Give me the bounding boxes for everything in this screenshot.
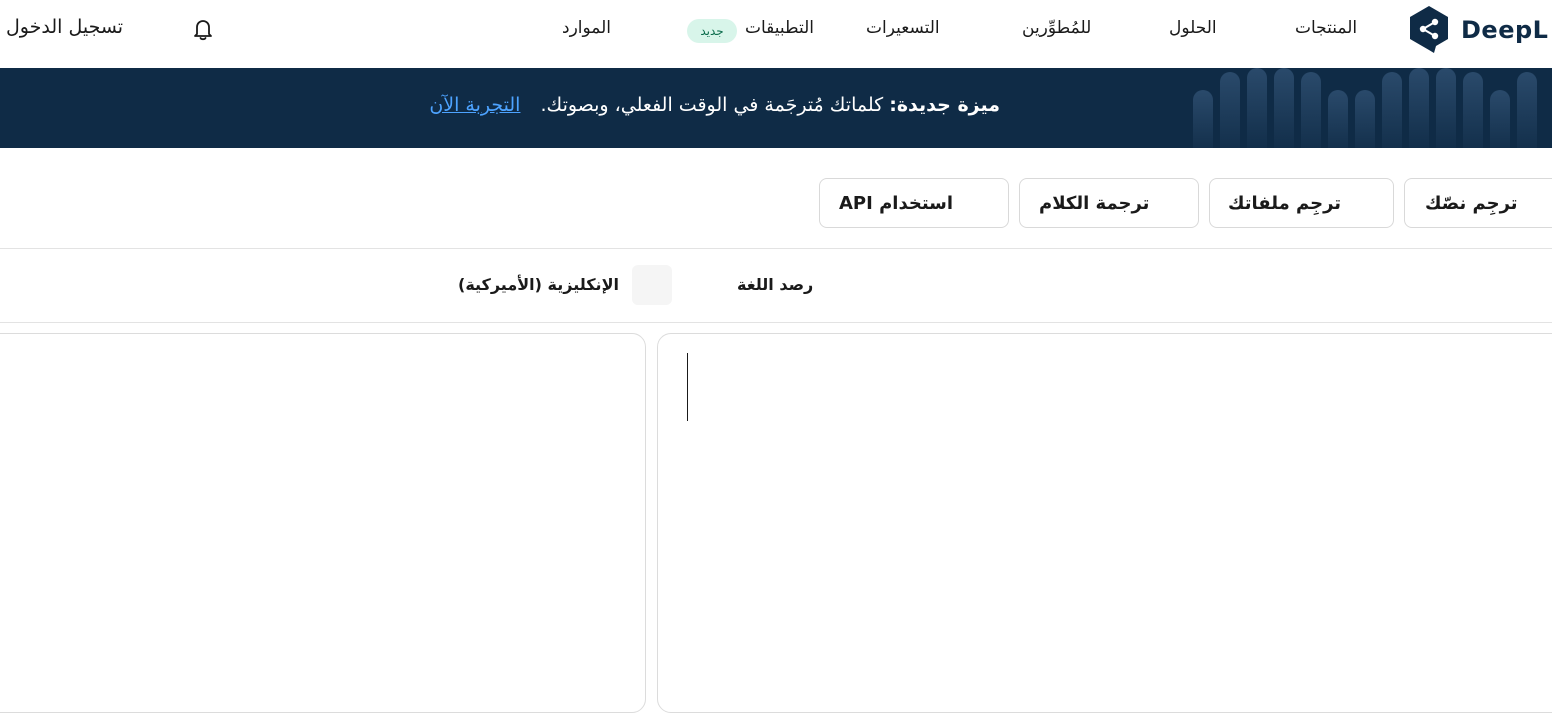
swap-icon[interactable] (632, 265, 672, 305)
nav-products[interactable]: المنتجات (1295, 18, 1357, 38)
tab-translate-files-label: ترجِم ملفاتك (1228, 192, 1342, 214)
tab-api-label: استخدام API (839, 192, 954, 214)
login-link[interactable]: تسجيل الدخول (6, 16, 123, 38)
nav-developers[interactable]: للمُطوِّرين (1022, 18, 1091, 38)
feature-banner: ميزة جديدة: كلماتك مُترجَمة في الوقت الف… (0, 68, 1552, 148)
tab-speech-translation-label: ترجمة الكلام (1039, 192, 1150, 214)
tabs-divider (0, 248, 1552, 249)
target-text-area (0, 333, 646, 713)
tab-api[interactable]: استخدام API (819, 178, 1009, 228)
logo-wordmark: DeepL (1461, 16, 1549, 44)
new-badge: جديد (687, 19, 737, 43)
top-navigation: DeepL المنتجات الحلول للمُطوِّرين التسعي… (0, 0, 1552, 68)
deepl-logo[interactable]: DeepL (1408, 4, 1548, 54)
soundwave-decoration (1193, 68, 1537, 148)
nav-pricing[interactable]: التسعيرات (866, 18, 940, 38)
source-language-select[interactable]: رصد اللغة (737, 275, 813, 294)
source-text-area[interactable] (657, 333, 1552, 713)
tab-speech-translation[interactable]: ترجمة الكلام (1019, 178, 1199, 228)
nav-apps[interactable]: التطبيقات (745, 18, 814, 38)
target-language-select[interactable]: الإنكليزية (الأميركية) (458, 275, 619, 294)
language-bar-divider (0, 322, 1552, 323)
nav-resources[interactable]: الموارد (562, 18, 611, 38)
tab-translate-text[interactable]: ترجِم نصّك (1404, 178, 1552, 228)
bell-icon[interactable] (189, 15, 217, 43)
tab-translate-files[interactable]: ترجِم ملفاتك (1209, 178, 1394, 228)
nav-solutions[interactable]: الحلول (1169, 18, 1217, 38)
banner-label: ميزة جديدة: (889, 94, 1000, 116)
banner-message: ميزة جديدة: كلماتك مُترجَمة في الوقت الف… (360, 94, 1000, 116)
banner-cta-link[interactable]: التجربة الآن (429, 94, 520, 116)
deepl-logo-icon (1410, 6, 1448, 53)
tab-translate-text-label: ترجِم نصّك (1425, 192, 1518, 214)
text-cursor (687, 353, 688, 421)
banner-description: كلماتك مُترجَمة في الوقت الفعلي، وبصوتك. (540, 94, 884, 116)
